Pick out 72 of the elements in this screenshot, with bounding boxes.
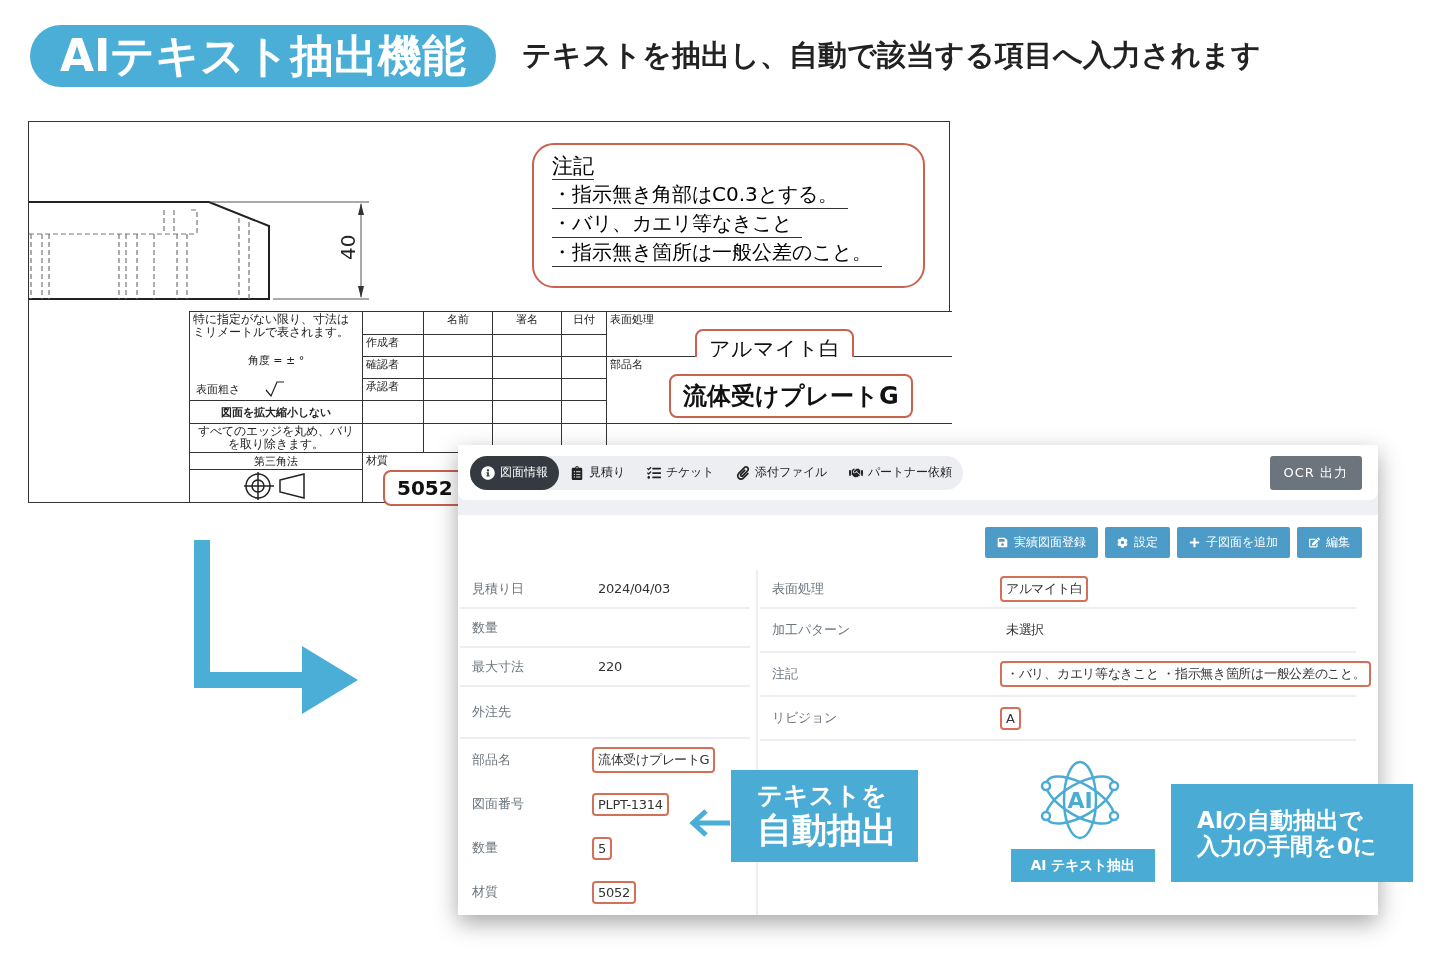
field-value: A bbox=[1000, 706, 1021, 730]
tab[interactable]: チケット bbox=[636, 455, 725, 490]
field-label: 数量 bbox=[472, 839, 499, 857]
column-header: 日付 bbox=[572, 312, 596, 327]
callout-text: 自動抽出 bbox=[757, 810, 898, 851]
tab[interactable]: パートナー依頼 bbox=[838, 455, 963, 490]
dimension-label: 40 bbox=[336, 234, 360, 260]
role-label: 作成者 bbox=[365, 335, 400, 350]
atom-icon bbox=[1038, 758, 1122, 842]
icon-label: AI bbox=[1067, 787, 1093, 813]
field-value: 未選択 bbox=[1005, 621, 1046, 639]
projection-label: 第三角法 bbox=[253, 453, 299, 469]
note-line: ・指示無き角部はC0.3とする。 bbox=[552, 180, 848, 209]
settings-icon bbox=[1117, 537, 1128, 548]
edit-icon bbox=[1309, 537, 1320, 548]
field-label: 注記 bbox=[772, 665, 799, 683]
paperclip-icon bbox=[736, 465, 750, 480]
field-label: 加工パターン bbox=[772, 621, 851, 639]
table-cell bbox=[493, 357, 561, 378]
callout-text: 入力の手間を0に bbox=[1197, 833, 1378, 860]
field-label: 部品名 bbox=[472, 751, 512, 769]
roughness-label: 表面粗さ bbox=[195, 381, 241, 397]
save-icon bbox=[997, 537, 1008, 548]
projection-icon bbox=[244, 472, 308, 500]
plus-icon bbox=[1189, 537, 1200, 548]
field-value: 220 bbox=[597, 658, 623, 676]
subtitle: テキストを抽出し、自動で該当する項目へ入力されます bbox=[522, 37, 1262, 74]
field-value: 5 bbox=[592, 836, 612, 860]
ocr-button[interactable]: OCR 出力 bbox=[1269, 455, 1362, 490]
field-label: 見積り日 bbox=[472, 579, 525, 598]
field-label: 最大寸法 bbox=[472, 657, 525, 676]
checklist-icon bbox=[647, 465, 661, 480]
field-label: 数量 bbox=[472, 618, 499, 637]
field-value: アルマイト白 bbox=[1000, 575, 1089, 602]
callout-text: テキストを bbox=[757, 781, 888, 811]
tab[interactable]: 添付ファイル bbox=[725, 455, 838, 490]
table-cell bbox=[493, 379, 561, 400]
note-line: ・バリ、カエリ等なきこと bbox=[552, 209, 802, 238]
role-label: 承認者 bbox=[365, 379, 400, 394]
tab[interactable]: 見積り bbox=[559, 455, 636, 490]
material-label: 材質 bbox=[365, 453, 389, 468]
field-value: 流体受けプレートG bbox=[592, 747, 716, 773]
scale-note: 図面を拡大縮小しない bbox=[220, 404, 332, 420]
notes-title: 注記 bbox=[552, 153, 594, 180]
part-name-value: 流体受けプレートG bbox=[669, 374, 913, 418]
role-label: 確認者 bbox=[365, 357, 400, 372]
tab[interactable]: 図面情報 bbox=[470, 455, 559, 490]
field-label: 図面番号 bbox=[472, 795, 525, 813]
column-header: 署名 bbox=[515, 312, 539, 327]
part-label: 部品名 bbox=[609, 357, 644, 372]
clipboard-icon bbox=[570, 465, 584, 480]
field-label: 外注先 bbox=[472, 703, 512, 721]
surface-label: 表面処理 bbox=[609, 312, 655, 327]
info-icon bbox=[481, 465, 495, 480]
field-value: ・バリ、カエリ等なきこと ・指示無き箇所は一般公差のこと。 bbox=[1000, 661, 1372, 687]
field-label: リビジョン bbox=[772, 709, 838, 727]
field-label: 材質 bbox=[472, 883, 499, 901]
angle-note: 角度 = ± ° bbox=[246, 353, 306, 368]
edge-note: すべてのエッジを丸め、バリを取り除きます。 bbox=[197, 424, 355, 452]
column-header: 名前 bbox=[446, 312, 470, 327]
field-label: 表面処理 bbox=[772, 579, 825, 598]
roughness-icon bbox=[265, 381, 285, 397]
note-line: ・指示無き箇所は一般公差のこと。 bbox=[552, 238, 882, 267]
general-note: 特に指定がない限り、寸法はミリメートルで表されます。 bbox=[192, 312, 350, 340]
field-value: 5052 bbox=[592, 880, 636, 904]
callout-text: AIの自動抽出で bbox=[1197, 806, 1365, 833]
field-value: PLPT-1314 bbox=[592, 792, 669, 816]
ai-extract-tag: AI テキスト抽出 bbox=[1011, 849, 1155, 882]
table-cell bbox=[424, 401, 492, 423]
field-value: 2024/04/03 bbox=[597, 580, 671, 598]
table-cell bbox=[493, 401, 561, 423]
title-badge: AIテキスト抽出機能 bbox=[30, 25, 497, 87]
